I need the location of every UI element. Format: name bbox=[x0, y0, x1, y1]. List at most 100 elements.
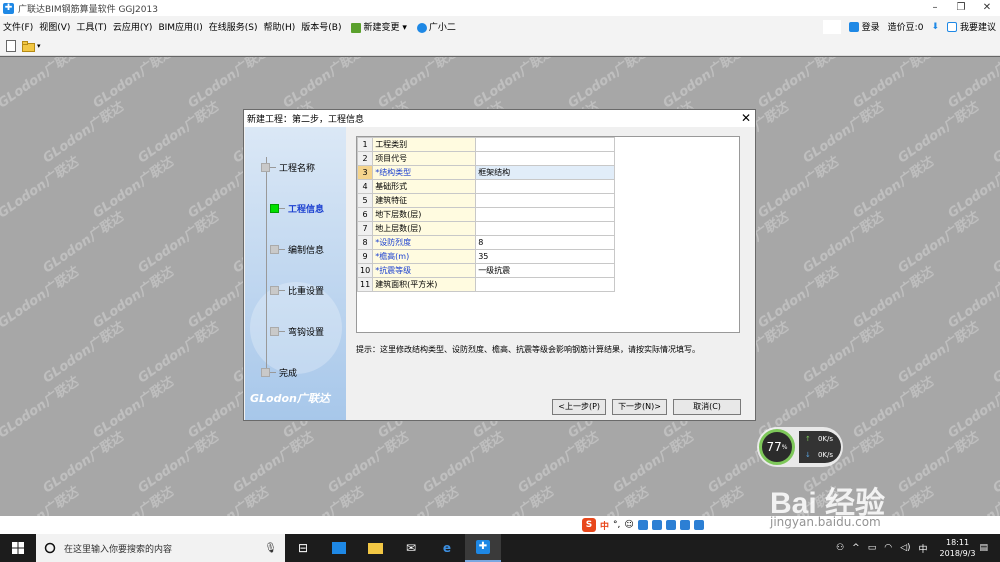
glodon-app-icon[interactable]: ✚ bbox=[465, 534, 501, 562]
glodon-watermark: GLodon广联达 bbox=[90, 374, 177, 442]
property-value[interactable]: 35 bbox=[475, 249, 616, 264]
menu-help[interactable]: 帮助(H) bbox=[260, 20, 298, 33]
prev-button[interactable]: <上一步(P) bbox=[552, 399, 607, 415]
property-value[interactable]: 框架结构 bbox=[475, 165, 616, 180]
new-file-button[interactable] bbox=[4, 39, 18, 53]
table-row[interactable]: 3 *结构类型 框架结构 bbox=[357, 165, 616, 180]
battery-icon[interactable]: ▭ bbox=[868, 543, 877, 553]
step-label: 弯钩设置 bbox=[288, 328, 325, 338]
ime-language[interactable]: 中 bbox=[600, 519, 609, 532]
step-dash bbox=[270, 372, 276, 373]
table-row[interactable]: 8 *设防烈度 8 bbox=[357, 235, 616, 250]
feedback-button[interactable]: 我要建议 bbox=[946, 20, 996, 33]
edge-icon[interactable]: e bbox=[429, 534, 465, 562]
property-name: 建筑特征 bbox=[372, 193, 477, 208]
app-logo-icon: ✚ bbox=[3, 2, 14, 14]
menu-online[interactable]: 在线服务(S) bbox=[206, 20, 261, 33]
glodon-watermark: GLodon广联达 bbox=[135, 209, 222, 277]
glodon-logo: GLodon广联达 bbox=[250, 392, 330, 405]
download-icon[interactable]: ⬇ bbox=[931, 22, 939, 32]
cancel-button[interactable]: 取消(C) bbox=[673, 399, 741, 415]
chevron-down-icon[interactable]: ▾ bbox=[37, 42, 41, 50]
network-speed-widget[interactable]: 77% ↑ 0K/s ↓ 0K/s bbox=[757, 427, 843, 467]
store-icon[interactable] bbox=[321, 534, 357, 562]
property-value[interactable] bbox=[475, 193, 616, 208]
property-value[interactable] bbox=[475, 179, 616, 194]
up-arrow-icon: ↑ bbox=[805, 435, 811, 443]
close-button[interactable]: ✕ bbox=[974, 0, 1000, 16]
property-value[interactable] bbox=[475, 277, 616, 292]
punctuation-icon[interactable]: °, bbox=[613, 520, 620, 530]
minimize-button[interactable]: – bbox=[922, 0, 948, 16]
step-finish[interactable]: 完成 bbox=[261, 366, 297, 379]
step-label: 完成 bbox=[279, 369, 298, 379]
menu-cloud[interactable]: 云应用(Y) bbox=[110, 20, 156, 33]
glodon-watermark: GLodon广联达 bbox=[850, 374, 937, 442]
table-row[interactable]: 7 地上层数(层) bbox=[357, 221, 616, 236]
glodon-watermark: GLodon广联达 bbox=[40, 209, 127, 277]
wifi-icon[interactable]: ◠ bbox=[884, 543, 892, 553]
skin-icon[interactable] bbox=[679, 520, 690, 530]
ime-tray-icon[interactable]: 中 bbox=[919, 542, 928, 555]
toolbox-icon[interactable] bbox=[665, 520, 676, 530]
grid-icon[interactable] bbox=[693, 520, 704, 530]
table-row[interactable]: 9 *檐高(m) 35 bbox=[357, 249, 616, 264]
property-value[interactable] bbox=[475, 151, 616, 166]
new-file-icon bbox=[6, 40, 16, 52]
new-change-menu[interactable]: 新建变更 ▾ bbox=[344, 20, 409, 33]
dialog-close-button[interactable]: ✕ bbox=[741, 110, 751, 127]
table-row[interactable]: 5 建筑特征 bbox=[357, 193, 616, 208]
task-view-icon[interactable]: ⊟ bbox=[285, 534, 321, 562]
down-arrow-icon: ↓ bbox=[805, 451, 811, 459]
sogou-icon[interactable]: S bbox=[582, 518, 596, 532]
row-number: 5 bbox=[357, 193, 374, 208]
property-value[interactable]: 8 bbox=[475, 235, 616, 250]
property-value[interactable]: 一级抗震 bbox=[475, 263, 616, 278]
table-row[interactable]: 6 地下层数(层) bbox=[357, 207, 616, 222]
volume-icon[interactable]: ◁) bbox=[900, 543, 910, 553]
people-icon[interactable]: ⚇ bbox=[836, 543, 844, 553]
emoji-icon[interactable]: ☺ bbox=[624, 520, 633, 530]
file-explorer-icon[interactable] bbox=[357, 534, 393, 562]
table-row[interactable]: 10 *抗震等级 一级抗震 bbox=[357, 263, 616, 278]
start-button[interactable] bbox=[0, 534, 36, 562]
title-bar: ✚ 广联达BIM钢筋算量软件 GGJ2013 – ❐ ✕ bbox=[0, 0, 1000, 16]
menu-bim[interactable]: BIM应用(I) bbox=[155, 20, 205, 33]
glodon-watermark: GLodon广联达 bbox=[0, 264, 82, 332]
menu-tools[interactable]: 工具(T) bbox=[73, 20, 110, 33]
voice-icon[interactable] bbox=[637, 520, 648, 530]
step-hook-settings[interactable]: 弯钩设置 bbox=[270, 325, 324, 338]
property-value[interactable] bbox=[475, 137, 616, 152]
login-button[interactable]: 登录 bbox=[848, 20, 880, 33]
menu-version[interactable]: 版本号(B) bbox=[298, 20, 344, 33]
clock[interactable]: 18:11 2018/9/3 bbox=[940, 537, 976, 559]
open-folder-button[interactable] bbox=[22, 39, 36, 53]
taskbar: 在这里输入你要搜索的内容 🎙 ⊟ ✉ e ✚ ⚇ ^ ▭ ◠ ◁) 中 18:1… bbox=[0, 534, 1000, 562]
table-row[interactable]: 11 建筑面积(平方米) bbox=[357, 277, 616, 292]
property-value[interactable] bbox=[475, 207, 616, 222]
mail-icon[interactable]: ✉ bbox=[393, 534, 429, 562]
table-row[interactable]: 4 基础形式 bbox=[357, 179, 616, 194]
glodon-watermark: GLodon广联达 bbox=[90, 264, 177, 332]
step-marker bbox=[261, 163, 270, 172]
menu-file[interactable]: 文件(F) bbox=[0, 20, 36, 33]
property-name: *檐高(m) bbox=[372, 249, 477, 264]
step-project-name[interactable]: 工程名称 bbox=[261, 161, 315, 174]
step-density-settings[interactable]: 比重设置 bbox=[270, 284, 324, 297]
glodon-watermark: GLodon广联达 bbox=[135, 99, 222, 167]
step-project-info[interactable]: 工程信息 bbox=[270, 202, 324, 215]
notification-icon[interactable]: ▤ bbox=[979, 543, 988, 553]
next-button[interactable]: 下一步(N)> bbox=[612, 399, 667, 415]
step-compile-info[interactable]: 编制信息 bbox=[270, 243, 324, 256]
price-beans[interactable]: 造价豆:0 bbox=[888, 20, 924, 33]
table-row[interactable]: 1 工程类别 bbox=[357, 137, 616, 152]
tray-expand-icon[interactable]: ^ bbox=[852, 543, 860, 553]
assistant-menu[interactable]: 广小二 bbox=[410, 20, 459, 33]
taskbar-search[interactable]: 在这里输入你要搜索的内容 🎙 bbox=[36, 534, 285, 562]
property-value[interactable] bbox=[475, 221, 616, 236]
menu-view[interactable]: 视图(V) bbox=[36, 20, 73, 33]
restore-button[interactable]: ❐ bbox=[948, 0, 974, 16]
table-row[interactable]: 2 项目代号 bbox=[357, 151, 616, 166]
keyboard-icon[interactable] bbox=[651, 520, 662, 530]
microphone-icon[interactable]: 🎙 bbox=[264, 543, 277, 554]
